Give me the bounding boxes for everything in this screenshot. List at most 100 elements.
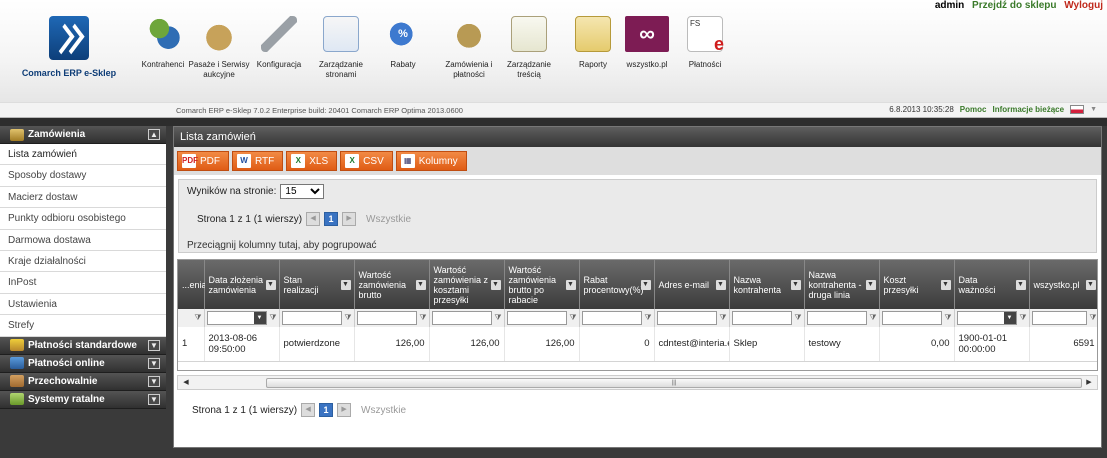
- filter-input[interactable]: [356, 311, 417, 325]
- help-link[interactable]: Pomoc: [960, 105, 987, 114]
- show-all-link[interactable]: Wszystkie: [361, 405, 406, 416]
- column-menu-icon[interactable]: ▼: [265, 279, 276, 290]
- nav-configuration[interactable]: Konfiguracja: [246, 16, 312, 70]
- filter-cell[interactable]: ⧩: [729, 309, 805, 327]
- export-xls-button[interactable]: X XLS: [286, 151, 338, 171]
- nav-payments[interactable]: FS e Płatności: [672, 16, 738, 70]
- column-menu-icon[interactable]: ▼: [940, 279, 951, 290]
- scrollbar-thumb[interactable]: |||: [266, 378, 1082, 388]
- column-header[interactable]: Koszt przesyłki ▼: [879, 260, 955, 309]
- filter-icon[interactable]: ⧩: [494, 313, 501, 323]
- filter-cell[interactable]: ⧩: [654, 309, 730, 327]
- prev-page-icon[interactable]: ◀: [301, 403, 316, 417]
- sidebar-item-delivery-methods[interactable]: Sposoby dostawy: [0, 165, 166, 187]
- export-pdf-button[interactable]: PDF PDF: [177, 151, 229, 171]
- brand[interactable]: Comarch ERP e-Sklep: [14, 16, 124, 78]
- filter-cell[interactable]: ⧩: [879, 309, 955, 327]
- column-header[interactable]: ...enia: [178, 260, 207, 309]
- calendar-dropdown-icon[interactable]: ▼: [253, 312, 266, 324]
- filter-cell[interactable]: ⧩: [279, 309, 355, 327]
- nav-content[interactable]: Zarządzanie treścią: [496, 16, 562, 80]
- column-menu-icon[interactable]: ▼: [415, 279, 426, 290]
- filter-icon[interactable]: ⧩: [569, 313, 576, 323]
- column-menu-icon[interactable]: ▼: [565, 279, 576, 290]
- columns-button[interactable]: ▦ Kolumny: [395, 151, 467, 171]
- logout-link[interactable]: Wyloguj: [1064, 0, 1103, 11]
- prev-page-icon[interactable]: ◀: [306, 212, 321, 226]
- page-number-button[interactable]: 1: [324, 212, 339, 226]
- filter-input[interactable]: [806, 311, 867, 325]
- scroll-right-icon[interactable]: ▶: [1083, 378, 1095, 388]
- chevron-down-icon[interactable]: ▼: [148, 357, 160, 369]
- column-header[interactable]: Stan realizacji ▼: [279, 260, 355, 309]
- sidebar-section-storage[interactable]: Przechowalnie ▼: [0, 372, 166, 391]
- column-menu-icon[interactable]: ▼: [640, 279, 651, 290]
- column-menu-icon[interactable]: ▼: [715, 279, 726, 290]
- column-menu-icon[interactable]: ▼: [865, 279, 876, 290]
- calendar-dropdown-icon[interactable]: ▼: [1003, 312, 1016, 324]
- column-header[interactable]: Nazwa kontrahenta - druga linia ▼: [804, 260, 880, 309]
- chevron-down-icon[interactable]: ▼: [1090, 106, 1097, 113]
- scroll-left-icon[interactable]: ◀: [180, 378, 192, 388]
- export-csv-button[interactable]: X CSV: [340, 151, 393, 171]
- sidebar-item-order-list[interactable]: Lista zamówień: [0, 144, 166, 166]
- column-header[interactable]: Data złożenia zamówienia ▼: [204, 260, 280, 309]
- column-header[interactable]: Wartość zamówienia brutto ▼: [354, 260, 430, 309]
- column-header[interactable]: Wartość zamówienia brutto po rabacie ▼: [504, 260, 580, 309]
- chevron-up-icon[interactable]: ▲: [148, 129, 160, 140]
- column-header[interactable]: wszystko.pl ▼: [1029, 260, 1097, 309]
- sidebar-item-settings[interactable]: Ustawienia: [0, 294, 166, 316]
- sidebar-item-pickup-points[interactable]: Punkty odbioru osobistego: [0, 208, 166, 230]
- filter-input[interactable]: [506, 311, 567, 325]
- filter-icon[interactable]: ⧩: [944, 313, 951, 323]
- horizontal-scrollbar[interactable]: ◀ ||| ▶: [177, 375, 1098, 390]
- table-row[interactable]: 1 2013-08-06 09:50:00 potwierdzone 126,0…: [178, 327, 1097, 362]
- show-all-link[interactable]: Wszystkie: [366, 214, 411, 225]
- export-rtf-button[interactable]: W RTF: [232, 151, 284, 171]
- column-header[interactable]: Wartość zamówienia z kosztami przesyłki ▼: [429, 260, 505, 309]
- column-header[interactable]: Adres e-mail ▼: [654, 260, 730, 309]
- filter-date-input[interactable]: ▼: [206, 311, 267, 325]
- filter-input[interactable]: [731, 311, 792, 325]
- sidebar-item-free-delivery[interactable]: Darmowa dostawa: [0, 230, 166, 251]
- current-info-link[interactable]: Informacje bieżące: [992, 105, 1064, 114]
- go-to-shop-link[interactable]: Przejdź do sklepu: [972, 0, 1056, 11]
- filter-cell[interactable]: ▼ ⧩: [954, 309, 1030, 327]
- filter-input[interactable]: [281, 311, 342, 325]
- polish-flag-icon[interactable]: [1070, 105, 1085, 114]
- filter-icon[interactable]: ⧩: [419, 313, 426, 323]
- column-menu-icon[interactable]: ▼: [1085, 279, 1096, 290]
- filter-input[interactable]: [1031, 311, 1087, 325]
- chevron-down-icon[interactable]: ▼: [148, 339, 160, 351]
- sidebar-item-countries[interactable]: Kraje działalności: [0, 251, 166, 273]
- nav-pages[interactable]: Zarządzanie stronami: [308, 16, 374, 80]
- sidebar-item-zones[interactable]: Strefy: [0, 315, 166, 337]
- sidebar-item-delivery-matrix[interactable]: Macierz dostaw: [0, 187, 166, 209]
- column-menu-icon[interactable]: ▼: [790, 279, 801, 290]
- sidebar-section-installments[interactable]: Systemy ratalne ▼: [0, 390, 166, 409]
- filter-icon[interactable]: ⧩: [194, 313, 201, 323]
- filter-cell[interactable]: ⧩: [579, 309, 655, 327]
- filter-cell[interactable]: ⧩: [354, 309, 430, 327]
- filter-input[interactable]: [581, 311, 642, 325]
- column-menu-icon[interactable]: ▼: [1015, 279, 1026, 290]
- page-number-button[interactable]: 1: [319, 403, 334, 417]
- filter-input[interactable]: [431, 311, 492, 325]
- next-page-icon[interactable]: ▶: [342, 212, 357, 226]
- filter-cell[interactable]: ⧩: [1029, 309, 1097, 327]
- filter-icon[interactable]: ⧩: [719, 313, 726, 323]
- chevron-down-icon[interactable]: ▼: [148, 393, 160, 405]
- filter-cell[interactable]: ▼ ⧩: [204, 309, 280, 327]
- filter-cell[interactable]: ⧩: [178, 309, 205, 327]
- sidebar-section-standard-payments[interactable]: Płatności standardowe ▼: [0, 336, 166, 355]
- column-header[interactable]: Data ważności ▼: [954, 260, 1030, 309]
- sidebar-section-orders[interactable]: Zamówienia ▲: [0, 126, 166, 144]
- filter-input[interactable]: [881, 311, 942, 325]
- nav-auctions[interactable]: Pasaże i Serwisy aukcyjne: [186, 16, 252, 80]
- column-header[interactable]: Nazwa kontrahenta ▼: [729, 260, 805, 309]
- column-menu-icon[interactable]: ▼: [340, 279, 351, 290]
- nav-discounts[interactable]: % Rabaty: [370, 16, 436, 70]
- filter-cell[interactable]: ⧩: [504, 309, 580, 327]
- filter-icon[interactable]: ⧩: [269, 313, 276, 323]
- filter-input[interactable]: [656, 311, 717, 325]
